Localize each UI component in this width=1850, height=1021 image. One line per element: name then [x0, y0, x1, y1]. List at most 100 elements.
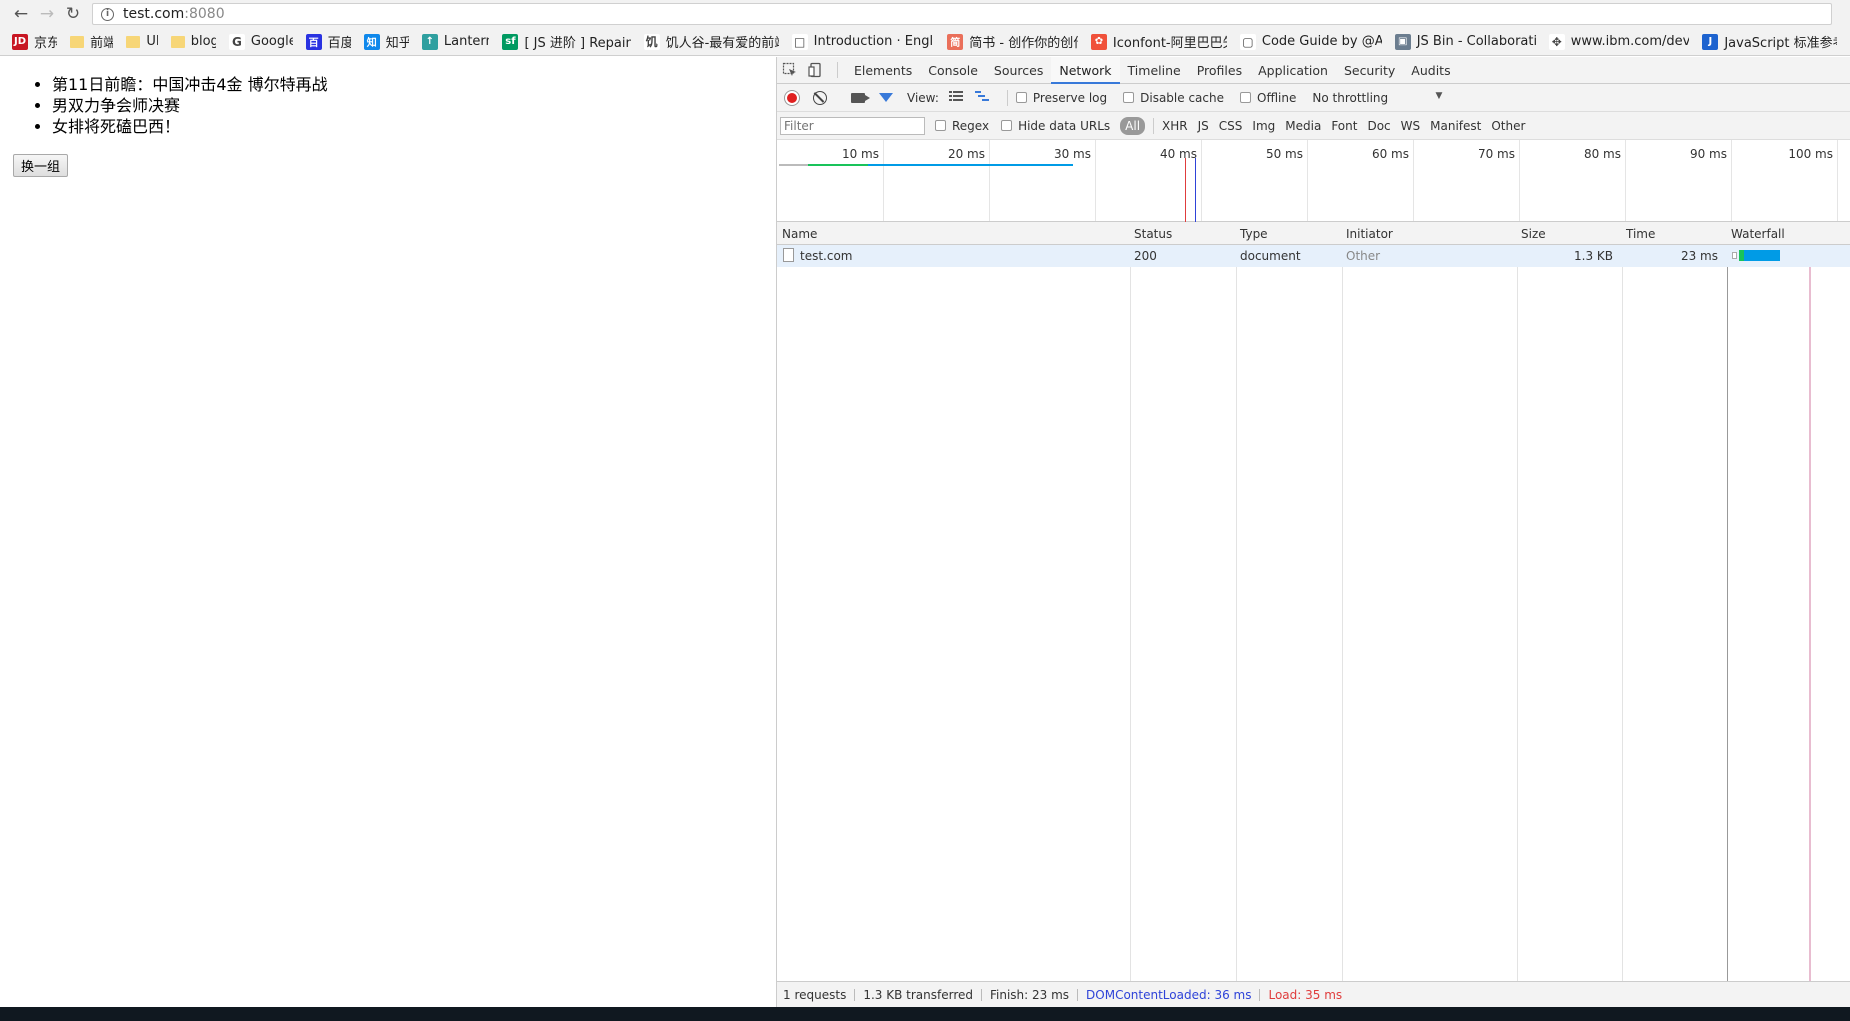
- type-filter-other[interactable]: Other: [1491, 119, 1525, 133]
- bookmark-item[interactable]: ▣ JS Bin - Collaborativ: [1394, 33, 1536, 50]
- tab-profiles[interactable]: Profiles: [1189, 57, 1250, 84]
- bookmark-label: www.ibm.com/deve: [1570, 34, 1690, 49]
- type-filter-media[interactable]: Media: [1285, 119, 1321, 133]
- bookmarks-bar: JD 京东 前端 UI blog G Google 百百度知知乎 ↑ Lantern sf [ JS …: [0, 28, 1850, 56]
- bookmark-item[interactable]: JD 京东: [12, 32, 57, 51]
- checkbox[interactable]: [1123, 92, 1135, 103]
- bookmark-item[interactable]: UI: [126, 34, 158, 49]
- tab-network[interactable]: Network: [1051, 57, 1120, 84]
- tick-label: 20 ms: [947, 147, 985, 161]
- separator: [1077, 988, 1079, 1001]
- bookmark-item[interactable]: 饥饥人谷-最有爱的前端: [643, 32, 779, 51]
- separator: [1006, 89, 1008, 106]
- bookmark-item[interactable]: G Google: [228, 33, 293, 50]
- grid-line: [1201, 140, 1202, 221]
- bookmark-item[interactable]: sf [ JS 进阶 ] Repaint: [502, 32, 631, 51]
- bookmark-label: Code Guide by @All: [1261, 34, 1382, 49]
- bookmark-item[interactable]: ✥ www.ibm.com/deve: [1548, 33, 1690, 50]
- tick-label: 70 ms: [1477, 147, 1515, 161]
- device-mode-icon[interactable]: [803, 57, 829, 83]
- throttling-select[interactable]: No throttling ▼: [1312, 91, 1442, 105]
- tab-audits[interactable]: Audits: [1403, 57, 1458, 84]
- bookmark-label: blog: [190, 34, 216, 49]
- column-header-initiator[interactable]: Initiator: [1346, 227, 1393, 241]
- tab-sources[interactable]: Sources: [986, 57, 1051, 84]
- preserve-log-checkbox[interactable]: Preserve log: [1015, 91, 1107, 105]
- type-filter-ws[interactable]: WS: [1401, 119, 1420, 133]
- table-row[interactable]: test.com 200 document Other 1.3 KB 23 ms: [777, 245, 1850, 267]
- list-view-icon[interactable]: [948, 90, 963, 105]
- bookmark-item[interactable]: J JavaScript 标准参考: [1702, 32, 1837, 51]
- checkbox[interactable]: [1001, 120, 1013, 131]
- type-filter-doc[interactable]: Doc: [1367, 119, 1390, 133]
- tick-label: 40 ms: [1159, 147, 1197, 161]
- reload-icon[interactable]: ↻: [60, 1, 86, 27]
- checkbox[interactable]: [1240, 92, 1251, 103]
- bookmark-item[interactable]: ✿ Iconfont-阿里巴巴矢: [1090, 32, 1227, 51]
- checkbox[interactable]: [1015, 92, 1027, 103]
- tab-security[interactable]: Security: [1336, 57, 1403, 84]
- hide-data-urls-label: Hide data URLs: [1018, 118, 1111, 133]
- column-header-time[interactable]: Time: [1626, 227, 1655, 241]
- type-filter-img[interactable]: Img: [1252, 119, 1275, 133]
- column-header-waterfall[interactable]: Waterfall: [1731, 227, 1785, 241]
- back-icon[interactable]: ←: [8, 1, 34, 27]
- waterfall-view-icon[interactable]: [974, 90, 989, 105]
- capture-screenshots-icon[interactable]: [851, 92, 870, 103]
- bookmark-label: 前端: [90, 36, 113, 51]
- network-toolbar: View: Preserve log Disable cache Offline…: [777, 84, 1850, 112]
- bookmark-item[interactable]: blog: [170, 34, 216, 49]
- news-list: 第11日前瞻：中国冲击4金 博尔特再战 男双力争会师决赛 女排将死磕巴西！: [52, 74, 328, 137]
- zhihu-icon: 知: [363, 33, 380, 50]
- tick-label: 30 ms: [1053, 147, 1091, 161]
- info-icon[interactable]: i: [101, 7, 114, 21]
- tick-label: 10 ms: [841, 147, 879, 161]
- bookmark-item[interactable]: 前端: [70, 32, 113, 51]
- tab-timeline[interactable]: Timeline: [1120, 57, 1189, 84]
- swap-group-button[interactable]: 换一组: [13, 154, 69, 177]
- overview-stall-bar: [779, 164, 808, 166]
- type-filter-all[interactable]: All: [1120, 116, 1146, 135]
- disable-cache-checkbox[interactable]: Disable cache: [1123, 91, 1224, 105]
- column-header-status[interactable]: Status: [1134, 227, 1172, 241]
- type-filter-font[interactable]: Font: [1331, 119, 1357, 133]
- news-item: 第11日前瞻：中国冲击4金 博尔特再战: [52, 74, 328, 95]
- regex-checkbox[interactable]: Regex: [935, 119, 989, 133]
- news-item: 女排将死磕巴西！: [52, 116, 328, 137]
- network-overview[interactable]: 10 ms 20 ms 30 ms 40 ms 50 ms 60 ms 70 m…: [777, 140, 1850, 222]
- address-bar[interactable]: i test.com:8080: [92, 3, 1832, 25]
- tick-label: 80 ms: [1583, 147, 1621, 161]
- filter-icon[interactable]: [879, 93, 893, 102]
- clear-icon[interactable]: [813, 90, 827, 105]
- hide-data-urls-checkbox[interactable]: Hide data URLs: [1001, 119, 1110, 133]
- bookmark-item[interactable]: ↑ Lantern: [421, 33, 489, 50]
- inspect-element-icon[interactable]: [777, 57, 803, 83]
- tab-console[interactable]: Console: [920, 57, 986, 84]
- column-header-name[interactable]: Name: [782, 227, 817, 241]
- filter-input[interactable]: [780, 116, 925, 135]
- bookmark-item[interactable]: 百百度: [305, 32, 351, 51]
- record-icon[interactable]: [785, 90, 799, 105]
- column-header-size[interactable]: Size: [1521, 227, 1546, 241]
- tab-application[interactable]: Application: [1250, 57, 1336, 84]
- column-divider: [1727, 222, 1728, 981]
- devtools-panel: Elements Console Sources Network Timelin…: [776, 57, 1850, 1007]
- type-filter-js[interactable]: JS: [1198, 119, 1209, 133]
- google-icon: G: [228, 33, 245, 50]
- type-filter-xhr[interactable]: XHR: [1162, 119, 1188, 133]
- bookmark-item[interactable]: ▢ Code Guide by @All: [1239, 33, 1382, 50]
- type-filter-manifest[interactable]: Manifest: [1430, 119, 1481, 133]
- tab-elements[interactable]: Elements: [846, 57, 920, 84]
- separator: [1153, 117, 1155, 134]
- bookmark-item[interactable]: 知知乎: [363, 32, 409, 51]
- forward-icon[interactable]: →: [34, 1, 60, 27]
- type-filter-css[interactable]: CSS: [1219, 119, 1243, 133]
- bookmark-item[interactable]: 简简书 - 创作你的创作: [947, 32, 1078, 51]
- os-taskbar: [0, 1007, 1850, 1021]
- offline-checkbox[interactable]: Offline: [1240, 91, 1296, 105]
- filter-bar: Regex Hide data URLs All XHR JS CSS Img …: [777, 112, 1850, 140]
- checkbox[interactable]: [935, 120, 946, 131]
- request-name[interactable]: test.com: [800, 249, 853, 263]
- column-header-type[interactable]: Type: [1240, 227, 1268, 241]
- bookmark-item[interactable]: □ Introduction · Englis: [791, 33, 934, 50]
